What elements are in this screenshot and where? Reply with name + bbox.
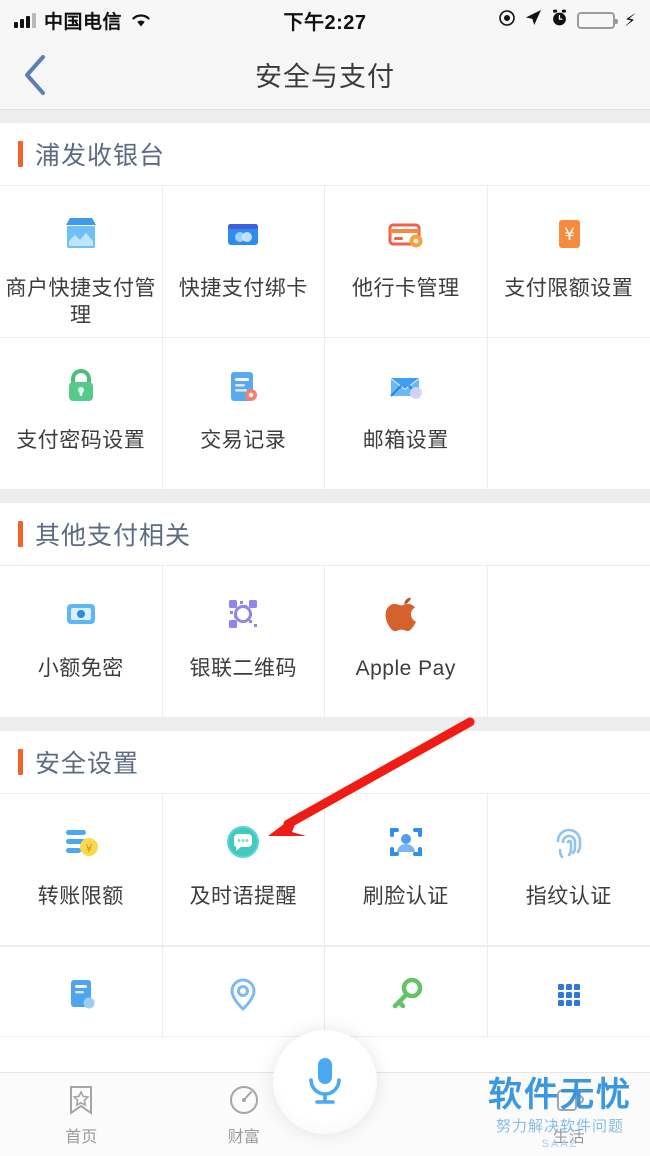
section-title: 其他支付相关 xyxy=(35,522,192,550)
grid-item-label: 转账限额 xyxy=(37,885,124,908)
section-separator xyxy=(0,718,650,731)
lock-icon xyxy=(58,362,104,410)
home-bookmark-icon xyxy=(70,1085,93,1115)
navigation-bar: 安全与支付 xyxy=(0,40,650,110)
grid-item-label: 小额免密 xyxy=(37,657,124,680)
transaction-record-icon xyxy=(220,362,266,410)
grid-item-statement[interactable] xyxy=(0,947,163,1037)
statement-icon xyxy=(58,971,104,1019)
grid-item-unionpay-qrcode[interactable]: 银联二维码 xyxy=(162,566,325,718)
tab-label: 首页 xyxy=(65,1128,98,1146)
grid-item-label: 银联二维码 xyxy=(189,657,297,680)
grid-security: ¥ 转账限额 及时语提醒 刷脸认证 指纹认证 xyxy=(0,793,650,946)
shop-icon xyxy=(58,210,104,258)
location-pin-icon xyxy=(220,971,266,1019)
watermark-subtitle: 努力解决软件问题 xyxy=(495,1118,624,1135)
tab-label: 财富 xyxy=(227,1128,260,1146)
section-title: 浦发收银台 xyxy=(35,142,166,170)
grid-item-payment-limit[interactable]: ¥ 支付限额设置 xyxy=(487,186,650,338)
section-separator xyxy=(0,490,650,503)
grid-item-label: 交易记录 xyxy=(200,429,287,452)
apple-icon xyxy=(383,590,429,638)
grid-item-quick-pay-bind-card[interactable]: 快捷支付绑卡 xyxy=(162,186,325,338)
signal-bars-icon xyxy=(14,12,36,28)
tab-home[interactable]: 首页 xyxy=(0,1083,163,1147)
section-header-security: 安全设置 xyxy=(0,731,650,793)
battery-icon xyxy=(577,11,619,29)
status-bar: 中国电信 下午2:27 ⚡ xyxy=(0,0,650,40)
watermark-title: 软件无忧 xyxy=(488,1076,632,1114)
transfer-limit-icon: ¥ xyxy=(58,818,104,866)
status-bar-left: 中国电信 xyxy=(14,7,152,34)
grid-item-label: 及时语提醒 xyxy=(189,885,297,908)
grid-item-transaction-record[interactable]: 交易记录 xyxy=(162,338,325,490)
rotation-lock-icon xyxy=(498,9,516,32)
other-bank-card-icon xyxy=(383,210,429,258)
grid-item-label: 快捷支付绑卡 xyxy=(178,277,308,300)
grid-item-apple-pay[interactable]: Apple Pay xyxy=(325,566,488,718)
grid-cashier: 商户快捷支付管理 快捷支付绑卡 他行卡管理 ¥ 支付限额设置 支付密码设置 交易… xyxy=(0,185,650,490)
watermark-code: SAAZ xyxy=(541,1138,579,1150)
location-arrow-icon xyxy=(525,9,542,31)
grid-item-message-alert[interactable]: 及时语提醒 xyxy=(162,794,325,946)
page-title: 安全与支付 xyxy=(255,62,395,92)
grid-item-face-id[interactable]: 刷脸认证 xyxy=(325,794,488,946)
grid-item-label: 邮箱设置 xyxy=(362,429,449,452)
section-title: 安全设置 xyxy=(35,750,140,778)
grid-item-merchant-quick-pay[interactable]: 商户快捷支付管理 xyxy=(0,186,163,338)
grid-item-label: 指纹认证 xyxy=(525,885,612,908)
grid-item-label: 支付限额设置 xyxy=(504,277,634,300)
svg-text:¥: ¥ xyxy=(85,842,92,855)
grid-item-transfer-limit[interactable]: ¥ 转账限额 xyxy=(0,794,163,946)
accent-bar xyxy=(18,749,23,775)
section-header-cashier: 浦发收银台 xyxy=(0,123,650,185)
grid-item-pay-password[interactable]: 支付密码设置 xyxy=(0,338,163,490)
grid-item-label: 他行卡管理 xyxy=(352,277,460,300)
wifi-icon xyxy=(130,12,152,28)
grid-item-empty xyxy=(487,338,650,490)
carrier-label: 中国电信 xyxy=(44,11,123,33)
payment-limit-icon: ¥ xyxy=(546,210,592,258)
grid-item-fingerprint[interactable]: 指纹认证 xyxy=(487,794,650,946)
section-separator xyxy=(0,110,650,123)
accent-bar xyxy=(18,521,23,547)
grid-item-email-setting[interactable]: 邮箱设置 xyxy=(325,338,488,490)
grid-security-row2-clipped xyxy=(0,946,650,1037)
grid-item-label: 支付密码设置 xyxy=(16,429,146,452)
grid-item-small-amount[interactable]: 小额免密 xyxy=(0,566,163,718)
microphone-icon xyxy=(309,1058,341,1104)
key-icon xyxy=(383,971,429,1019)
grid-other-payment: 小额免密 银联二维码 Apple Pay xyxy=(0,565,650,718)
grid-item-location[interactable] xyxy=(162,947,325,1037)
grid-item-empty xyxy=(487,566,650,718)
grid-item-other-bank-card[interactable]: 他行卡管理 xyxy=(325,186,488,338)
qrcode-icon xyxy=(220,590,266,638)
wealth-gauge-icon xyxy=(229,1085,258,1114)
grid-item-keypad[interactable] xyxy=(487,947,650,1037)
message-alert-icon xyxy=(220,818,266,866)
grid-item-label: 刷脸认证 xyxy=(362,885,449,908)
card-bind-icon xyxy=(220,210,266,258)
grid-item-label: Apple Pay xyxy=(355,657,456,680)
svg-text:¥: ¥ xyxy=(564,225,575,245)
watermark: 软件无忧 努力解决软件问题 SAAZ xyxy=(476,1078,644,1150)
charging-bolt-icon: ⚡ xyxy=(624,10,636,30)
keypad-icon xyxy=(546,971,592,1019)
fingerprint-icon xyxy=(546,818,592,866)
accent-bar xyxy=(18,141,23,167)
section-header-other-payment: 其他支付相关 xyxy=(0,503,650,565)
alarm-clock-icon xyxy=(551,9,568,32)
status-bar-right: ⚡ xyxy=(498,9,636,32)
grid-item-key[interactable] xyxy=(325,947,488,1037)
grid-item-label: 商户快捷支付管理 xyxy=(5,277,156,327)
small-amount-icon xyxy=(58,590,104,638)
email-icon xyxy=(383,362,429,410)
voice-assistant-button[interactable] xyxy=(273,1030,377,1134)
face-id-icon xyxy=(383,818,429,866)
